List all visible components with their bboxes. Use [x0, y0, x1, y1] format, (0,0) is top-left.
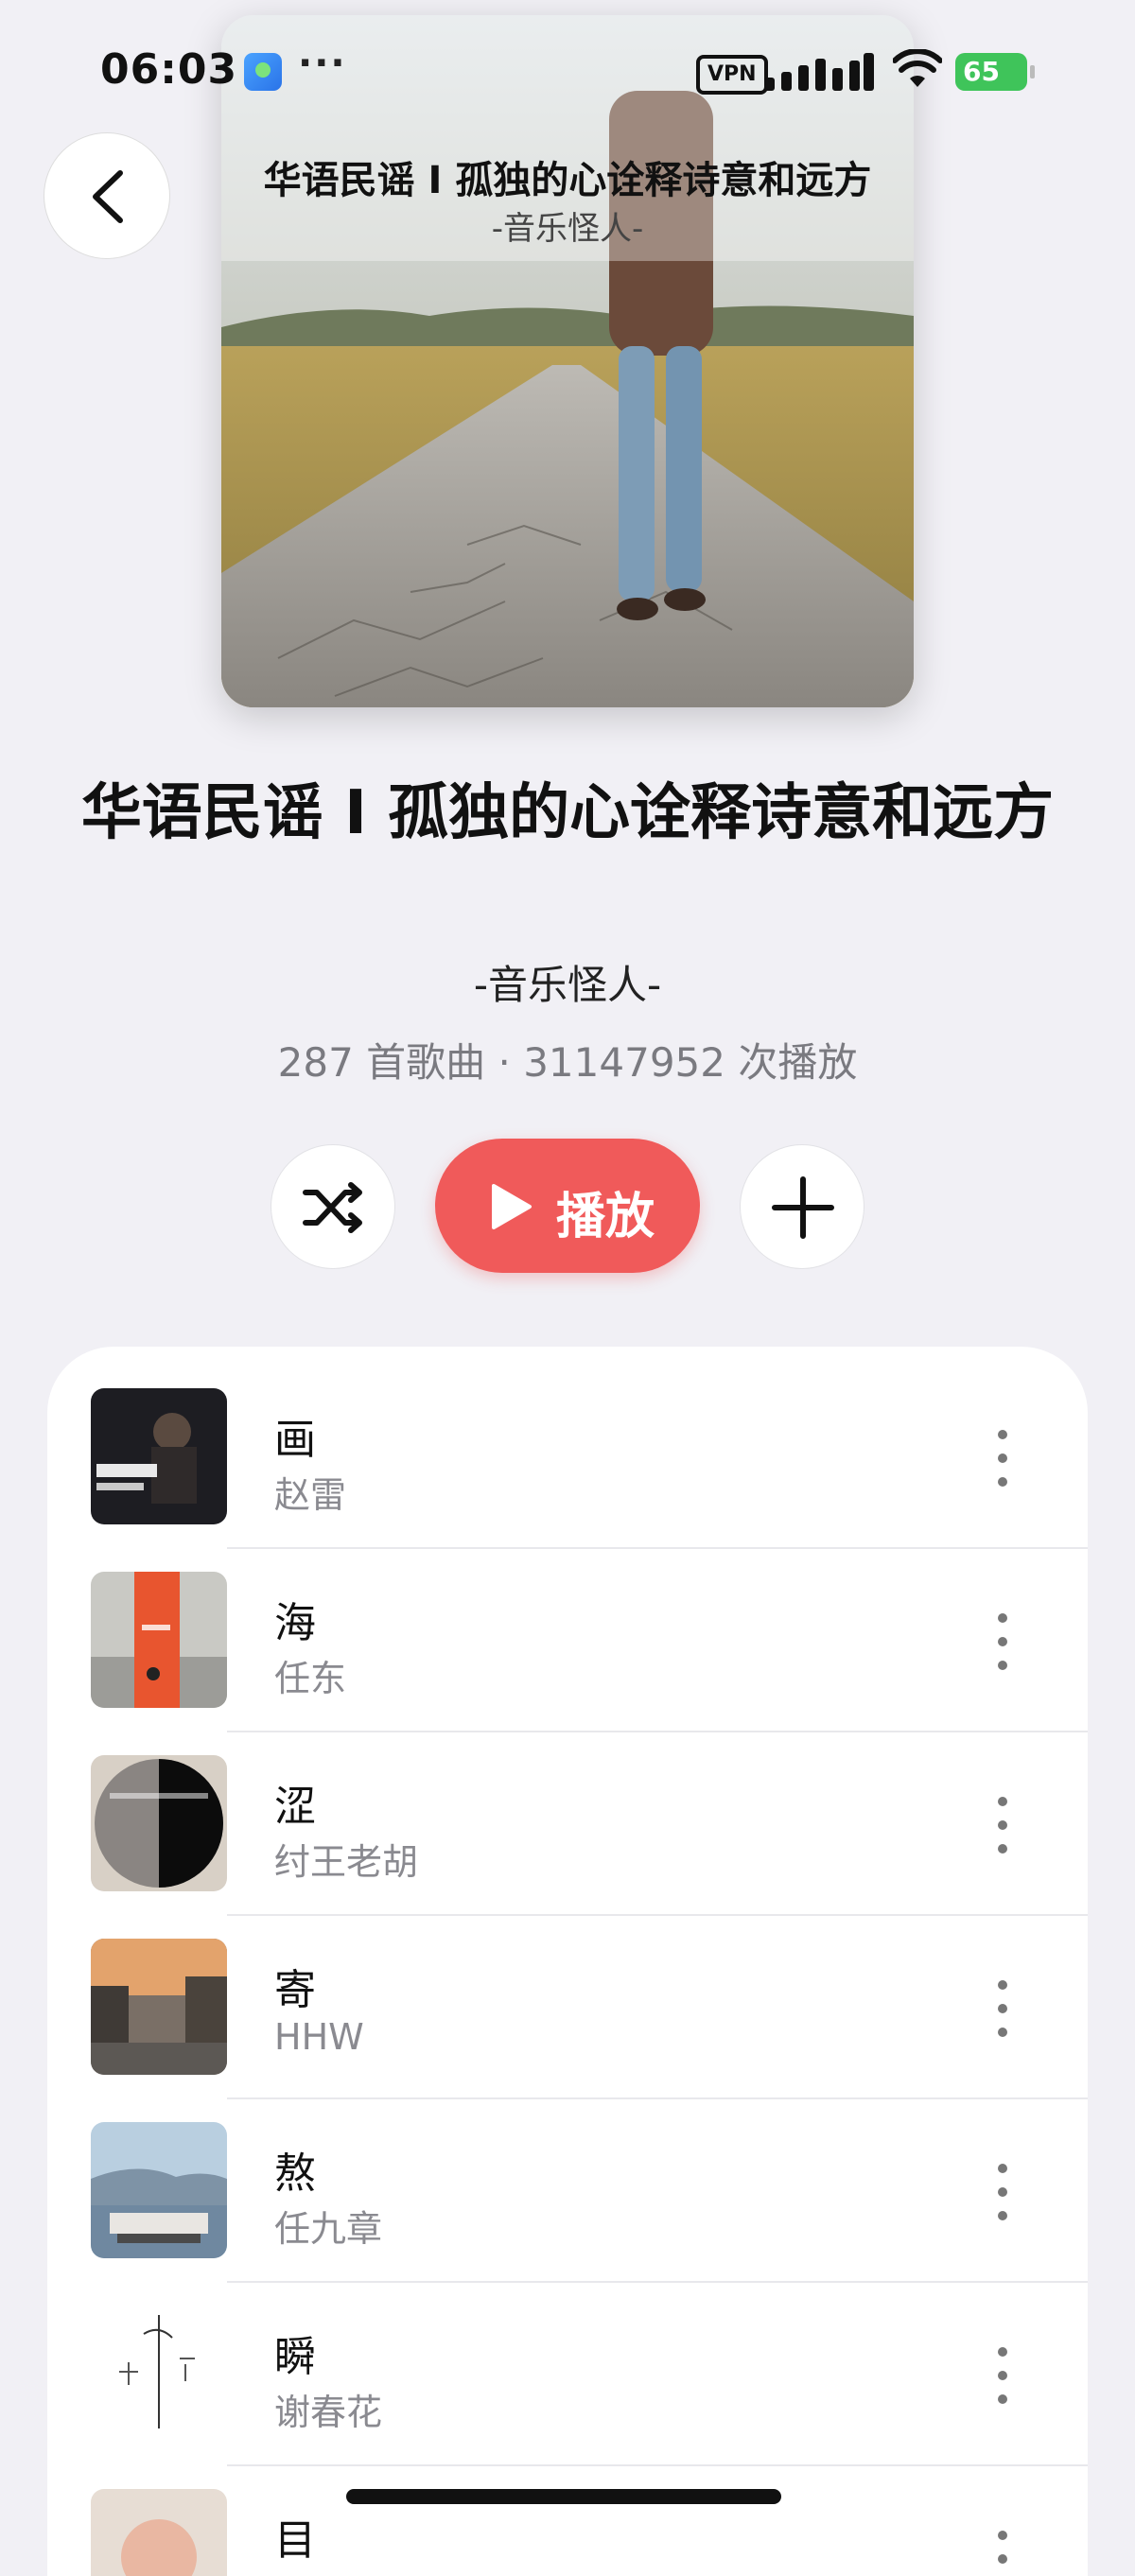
song-artist: 任东 [274, 1658, 347, 1699]
song-row[interactable]: 寄 HHW [47, 1916, 1088, 2099]
song-row[interactable]: 瞬 谢春花 [47, 2283, 1088, 2466]
header-title: 华语民谣 I 孤独的心诠释诗意和远方 [263, 159, 872, 202]
song-artist: 纣王老胡 [274, 1841, 419, 1883]
song-artwork [91, 1572, 227, 1708]
song-artwork [91, 1388, 227, 1524]
song-title: 涩 [274, 1783, 316, 1831]
song-row[interactable]: 熬 任九章 [47, 2099, 1088, 2283]
home-indicator[interactable] [346, 2489, 781, 2504]
song-artwork [91, 1939, 227, 2075]
more-options-icon[interactable] [984, 1430, 1022, 1487]
song-title: 目 [274, 2516, 316, 2565]
song-title: 画 [274, 1416, 316, 1464]
song-artwork [91, 2122, 227, 2258]
shuffle-button[interactable] [271, 1144, 395, 1269]
battery-icon: 65 [955, 53, 1035, 91]
more-options-icon[interactable] [984, 2531, 1022, 2576]
back-button[interactable] [44, 132, 170, 259]
song-row[interactable]: 海 任东 [47, 1549, 1088, 1732]
status-time: 06:03 [100, 45, 238, 94]
cellular-signal-icon [764, 53, 874, 91]
playlist-title: 华语民谣 I 孤独的心诠释诗意和远方 [80, 778, 1055, 848]
song-title: 熬 [274, 2150, 316, 2198]
song-artwork [91, 1755, 227, 1891]
song-title: 海 [274, 1599, 316, 1647]
status-bar: 06:03 ··· VPN 65 [0, 0, 1135, 142]
add-to-library-button[interactable] [740, 1144, 864, 1269]
song-title: 瞬 [274, 2333, 316, 2381]
song-row[interactable]: 目 [47, 2466, 1088, 2576]
more-options-icon[interactable] [984, 1613, 1022, 1670]
song-artist: HHW [274, 2016, 364, 2058]
more-options-icon[interactable] [984, 2347, 1022, 2404]
song-title: 寄 [274, 1966, 316, 2014]
song-artwork [91, 2489, 227, 2576]
song-row[interactable]: 画 赵雷 [47, 1366, 1088, 1549]
song-list: 画 赵雷 海 任东 涩 纣王老胡 寄 HHW 熬 任九章 瞬 谢春花 目 [47, 1347, 1088, 2576]
play-button[interactable]: 播放 [435, 1139, 700, 1273]
wifi-icon [893, 49, 942, 87]
more-options-icon[interactable] [984, 1980, 1022, 2037]
song-artist: 赵雷 [274, 1474, 347, 1516]
play-button-label: 播放 [556, 1189, 655, 1245]
more-options-icon[interactable] [984, 1797, 1022, 1854]
plus-icon [772, 1176, 834, 1239]
play-icon [492, 1184, 532, 1229]
song-row[interactable]: 涩 纣王老胡 [47, 1732, 1088, 1916]
song-artist: 谢春花 [274, 2392, 383, 2433]
song-artist: 任九章 [274, 2208, 383, 2250]
header-subtitle: -音乐怪人- [491, 210, 644, 248]
chevron-left-icon [93, 170, 123, 223]
song-artwork [91, 2306, 227, 2442]
more-options-icon[interactable] [984, 2164, 1022, 2220]
vpn-badge: VPN [696, 55, 768, 95]
app-notification-icon [244, 53, 282, 91]
more-notifications-icon: ··· [298, 42, 347, 85]
battery-level: 65 [963, 56, 1000, 87]
playlist-curator[interactable]: -音乐怪人- [95, 953, 1040, 1011]
playlist-stats: 287 首歌曲 · 31147952 次播放 [277, 1039, 858, 1086]
shuffle-icon [303, 1182, 362, 1233]
